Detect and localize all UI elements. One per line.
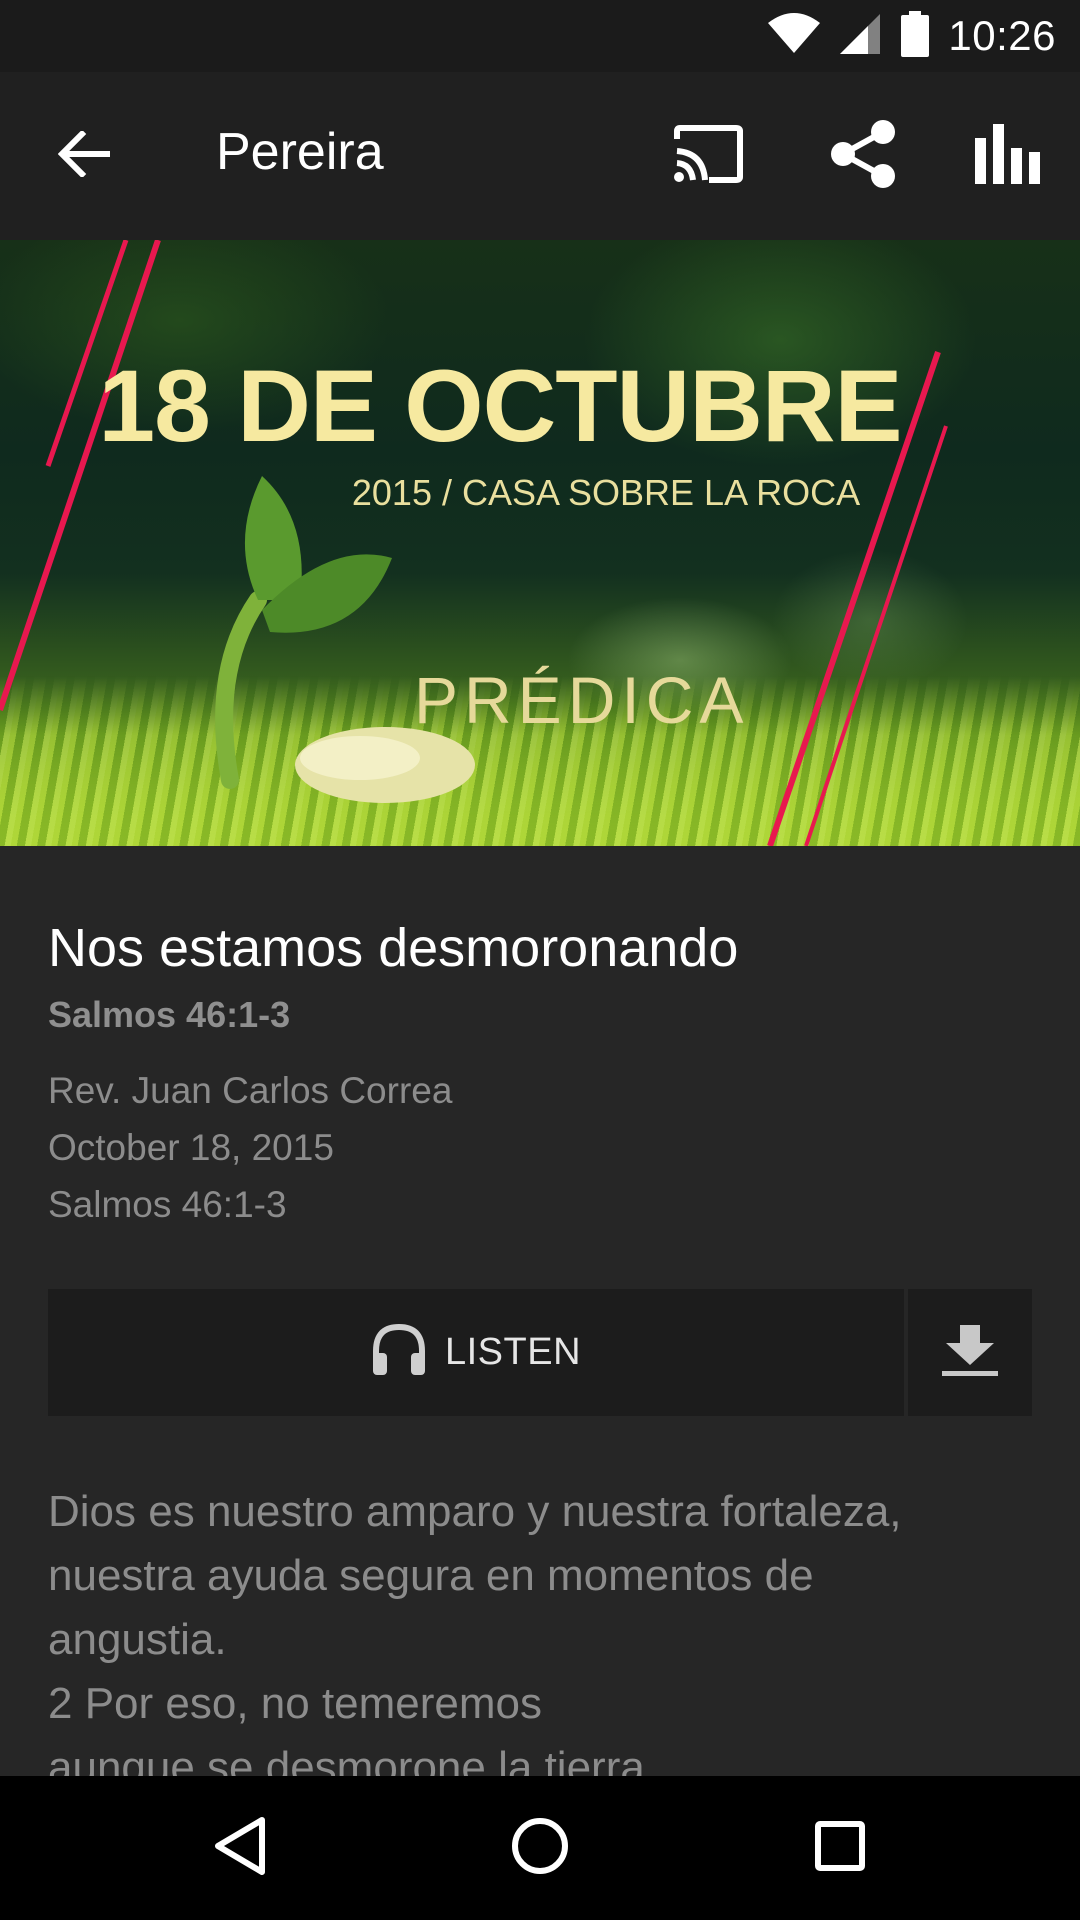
nav-back-icon — [212, 1816, 268, 1881]
sermon-date: October 18, 2015 — [48, 1127, 334, 1168]
banner-artwork — [0, 240, 948, 846]
download-button[interactable] — [908, 1289, 1032, 1416]
banner-tag: PRÉDICA — [414, 663, 750, 737]
cast-button[interactable] — [666, 114, 750, 198]
status-icons: 10:26 — [768, 0, 1056, 72]
status-time: 10:26 — [948, 12, 1056, 59]
sermon-meta: Rev. Juan Carlos Correa October 18, 2015… — [48, 1062, 1032, 1233]
share-button[interactable] — [822, 114, 906, 198]
sermon-description: Dios es nuestro amparo y nuestra fortale… — [48, 1480, 1032, 1776]
headphones-icon — [371, 1323, 427, 1382]
description-line: nuestra ayuda segura en momentos de — [48, 1551, 814, 1600]
stats-icon — [973, 122, 1043, 191]
banner-title: 18 DE OCTUBRE — [98, 349, 902, 463]
description-line: aunque se desmorone la tierra, — [48, 1743, 658, 1776]
app-bar: Pereira — [0, 72, 1080, 240]
nav-recents-button[interactable] — [792, 1800, 888, 1896]
wifi-icon — [768, 12, 821, 60]
description-line: Dios es nuestro amparo y nuestra fortale… — [48, 1487, 902, 1536]
description-line: 2 Por eso, no temeremos — [48, 1679, 543, 1728]
stats-button[interactable] — [966, 114, 1050, 198]
sermon-speaker: Rev. Juan Carlos Correa — [48, 1070, 453, 1111]
nav-recents-icon — [814, 1820, 866, 1877]
page-title: Pereira — [216, 123, 384, 181]
sermon-info: Nos estamos desmoronando Salmos 46:1-3 R… — [48, 912, 1032, 1233]
arrow-back-icon — [57, 129, 111, 182]
battery-icon — [900, 10, 930, 62]
sermon-reference: Salmos 46:1-3 — [48, 994, 291, 1035]
system-nav-bar — [0, 1776, 1080, 1920]
media-actions: LISTEN — [48, 1289, 1032, 1416]
sermon-title: Nos estamos desmoronando — [48, 918, 739, 978]
nav-back-button[interactable] — [192, 1800, 288, 1896]
banner-subtitle: 2015 / CASA SOBRE LA ROCA — [351, 472, 861, 513]
status-bar: 10:26 — [0, 0, 1080, 72]
listen-label: LISTEN — [444, 1331, 582, 1373]
nav-home-button[interactable] — [492, 1800, 588, 1896]
sermon-banner: 18 DE OCTUBRE 2015 / CASA SOBRE LA ROCA … — [0, 240, 1080, 846]
cast-icon — [673, 124, 743, 188]
description-line: angustia. — [48, 1615, 227, 1664]
cell-signal-icon — [838, 12, 882, 61]
download-icon — [940, 1323, 1000, 1382]
sermon-passage: Salmos 46:1-3 — [48, 1184, 287, 1225]
back-button[interactable] — [48, 120, 120, 192]
share-icon — [829, 118, 899, 195]
listen-button[interactable]: LISTEN — [48, 1289, 904, 1416]
nav-home-icon — [510, 1816, 570, 1881]
